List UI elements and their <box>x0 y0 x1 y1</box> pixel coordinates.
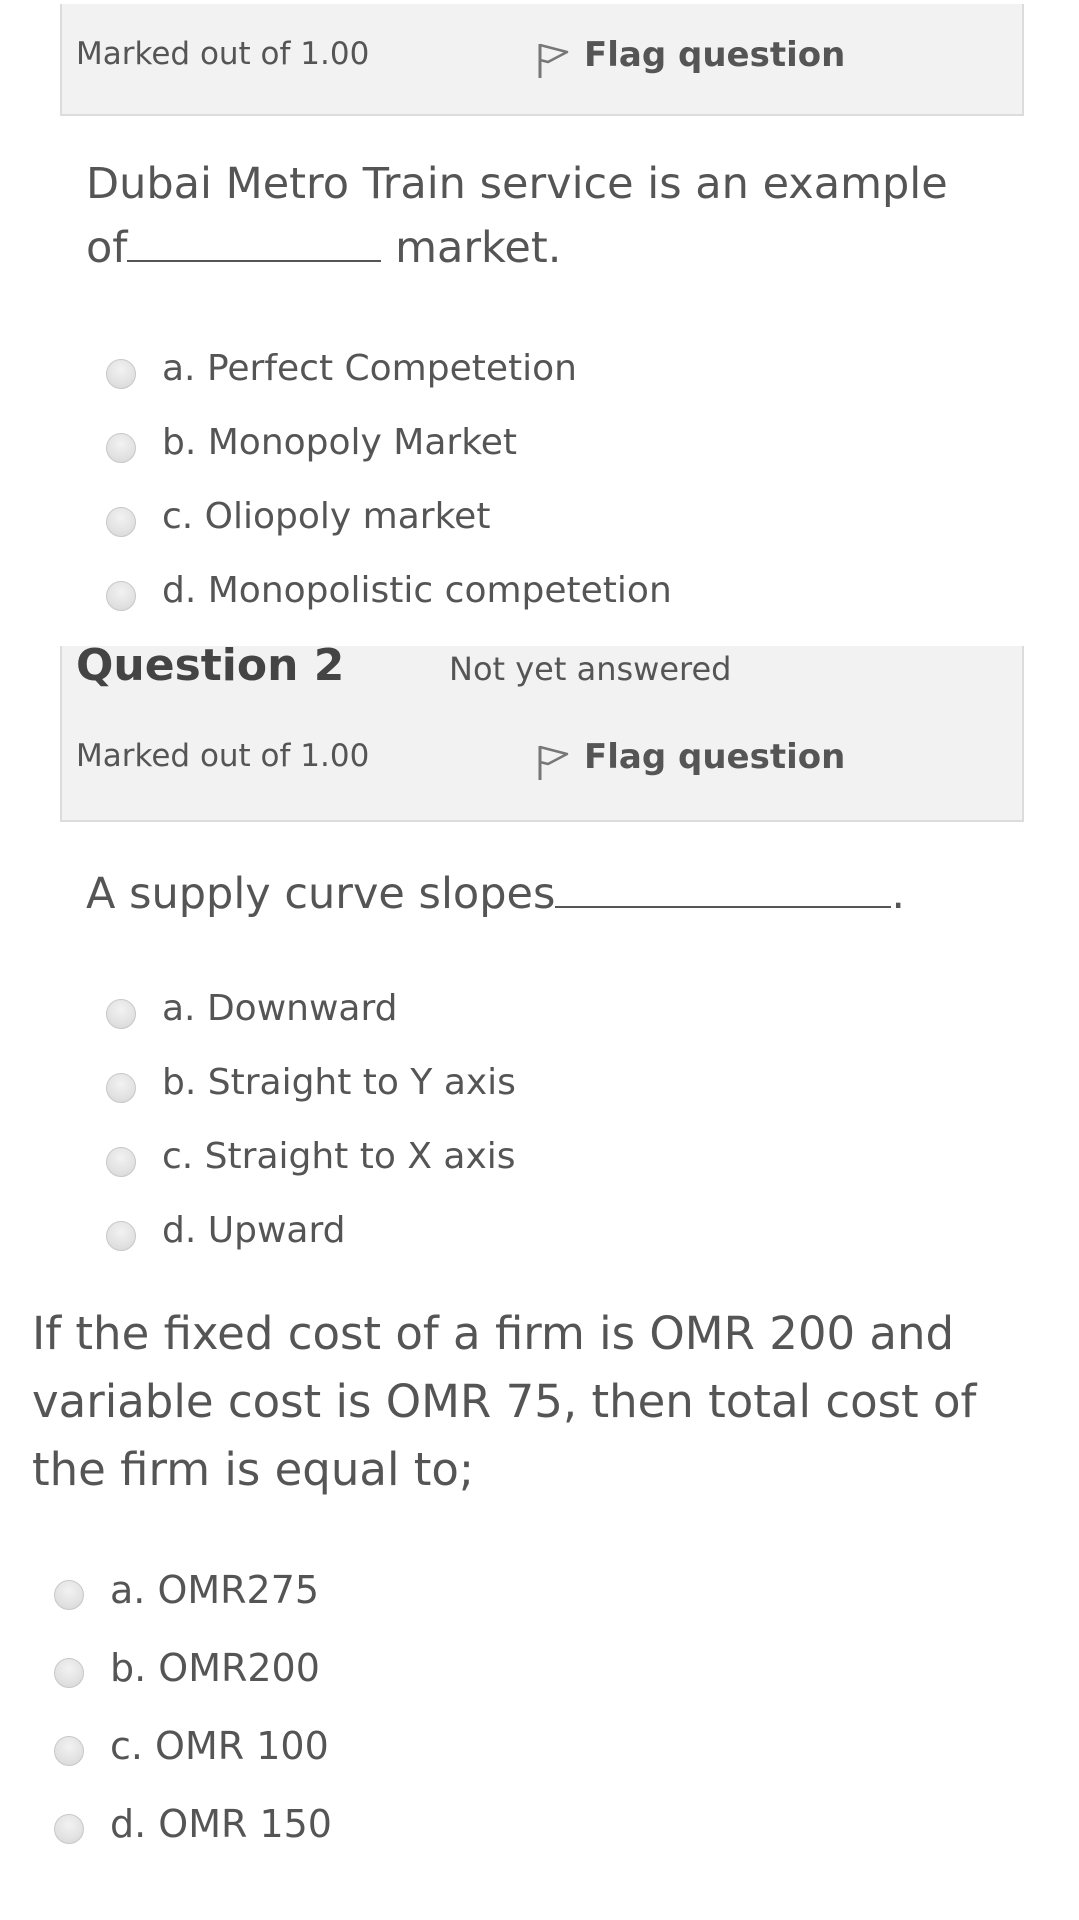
option-label: d. Upward <box>162 1210 346 1251</box>
radio-button[interactable] <box>106 1072 136 1103</box>
question-2-text-after: . <box>891 869 906 919</box>
radio-button[interactable] <box>106 1146 136 1177</box>
option-label: c. Oliopoly market <box>162 496 491 537</box>
option-label: b. Straight to Y axis <box>162 1062 516 1103</box>
option-label: c. OMR 100 <box>110 1724 329 1768</box>
flag-question-label: Flag question <box>584 35 846 75</box>
question-2-option-d[interactable]: d. Upward <box>106 1210 345 1251</box>
question-1-info-box: Marked out of 1.00 Flag question <box>60 4 1024 116</box>
radio-button[interactable] <box>106 998 136 1029</box>
option-label: d. Monopolistic competetion <box>162 570 672 611</box>
flag-icon <box>538 745 569 780</box>
radio-button[interactable] <box>54 1736 84 1766</box>
option-label: a. OMR275 <box>110 1568 320 1612</box>
question-3-option-b[interactable]: b. OMR200 <box>54 1646 320 1690</box>
option-label: b. OMR200 <box>110 1646 320 1690</box>
radio-button[interactable] <box>54 1580 84 1610</box>
marked-out-of-label: Marked out of 1.00 <box>76 738 370 774</box>
radio-button[interactable] <box>106 432 136 463</box>
question-2-info-box: Question 2 Not yet answered Marked out o… <box>60 640 1024 822</box>
question-1-text: Dubai Metro Train service is an example … <box>86 152 986 280</box>
question-3-option-a[interactable]: a. OMR275 <box>54 1568 319 1612</box>
radio-button[interactable] <box>106 1220 136 1251</box>
flag-question-label: Flag question <box>584 737 846 777</box>
answer-blank <box>555 862 892 908</box>
radio-button[interactable] <box>54 1658 84 1688</box>
radio-button[interactable] <box>106 580 136 611</box>
option-label: a. Perfect Competetion <box>162 348 577 389</box>
question-2-text: A supply curve slopes. <box>86 862 986 926</box>
question-2-option-b[interactable]: b. Straight to Y axis <box>106 1062 516 1103</box>
question-2-option-a[interactable]: a. Downward <box>106 988 397 1029</box>
question-3-option-c[interactable]: c. OMR 100 <box>54 1724 329 1768</box>
flag-icon <box>538 43 569 78</box>
option-label: b. Monopoly Market <box>162 422 518 463</box>
option-label: d. OMR 150 <box>110 1802 332 1846</box>
question-title: Question 2 <box>76 640 345 691</box>
question-1-option-d[interactable]: d. Monopolistic competetion <box>106 570 672 611</box>
answer-blank <box>127 216 382 262</box>
question-1-text-after: market. <box>381 223 562 273</box>
question-1-option-b[interactable]: b. Monopoly Market <box>106 422 517 463</box>
radio-button[interactable] <box>106 506 136 537</box>
flag-question-button[interactable]: Flag question <box>536 732 845 782</box>
option-label: c. Straight to X axis <box>162 1136 516 1177</box>
question-2-text-before: A supply curve slopes <box>86 869 556 919</box>
option-label: a. Downward <box>162 988 398 1029</box>
radio-button[interactable] <box>106 358 136 389</box>
question-1-option-a[interactable]: a. Perfect Competetion <box>106 348 577 389</box>
question-3-text: If the fixed cost of a firm is OMR 200 a… <box>32 1307 977 1496</box>
radio-button[interactable] <box>54 1814 84 1844</box>
marked-out-of-label: Marked out of 1.00 <box>76 36 370 72</box>
question-1-option-c[interactable]: c. Oliopoly market <box>106 496 490 537</box>
question-3-option-d[interactable]: d. OMR 150 <box>54 1802 332 1846</box>
question-2-option-c[interactable]: c. Straight to X axis <box>106 1136 516 1177</box>
question-status: Not yet answered <box>449 650 732 688</box>
flag-question-button[interactable]: Flag question <box>536 30 845 80</box>
